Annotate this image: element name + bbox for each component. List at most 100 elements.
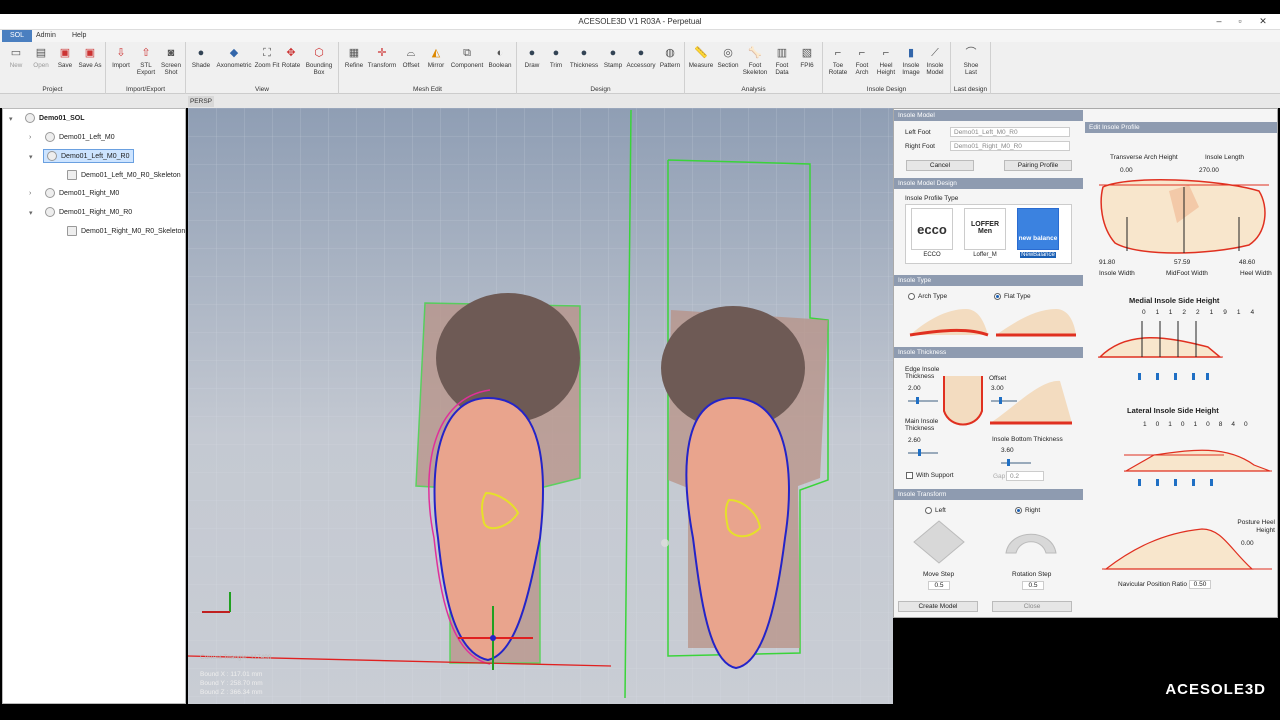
main-thickness-slider[interactable] [908, 449, 938, 456]
new-button[interactable]: ▭ New [3, 46, 29, 69]
shade-button[interactable]: ● Shade [188, 46, 214, 69]
bottom-black-bar [0, 704, 1280, 720]
slider-knob[interactable] [1007, 459, 1010, 466]
arch-type-radio[interactable] [908, 293, 915, 300]
tree-item-right-skeleton[interactable]: Demo01_Right_M0_R0_Skeleton [67, 226, 185, 236]
gizmo-center[interactable] [490, 635, 496, 641]
toe-rotate-button[interactable]: ⌐ Toe Rotate [825, 46, 851, 76]
brand-ecco-name: ECCO [923, 252, 941, 258]
group-label-insole-design: Insole Design [866, 86, 907, 93]
tree-item-left-m0-r0[interactable]: Demo01_Left_M0_R0 [43, 149, 134, 163]
slider-knob[interactable] [916, 397, 919, 404]
axonometric-button[interactable]: ◆ Axonometric [214, 46, 254, 69]
close-button[interactable]: ✕ [1256, 16, 1270, 28]
create-model-button[interactable]: Create Model [898, 601, 978, 612]
menu-help[interactable]: Help [64, 30, 94, 42]
bottom-thickness-label: Insole Bottom Thickness [992, 436, 1063, 443]
group-label-project: Project [42, 86, 63, 93]
offset-button[interactable]: ⌓ Offset [398, 46, 424, 69]
zoom-fit-icon: ⛶ [263, 47, 271, 59]
edge-thickness-label: Edge Insole Thickness [905, 366, 940, 380]
trim-icon: ● [552, 47, 560, 59]
stl-export-button[interactable]: ⇧ STL Export [133, 46, 159, 76]
pattern-button[interactable]: ◍ Pattern [657, 46, 683, 69]
left-foot-select[interactable]: Demo01_Left_M0_R0 [950, 127, 1070, 137]
with-support-checkbox[interactable] [906, 472, 913, 479]
save-button[interactable]: ▣ Save [52, 46, 78, 69]
foot-data-button[interactable]: ▥ Foot Data [769, 46, 795, 76]
section-button[interactable]: ◎ Section [715, 46, 741, 69]
screenshot-button[interactable]: ◙ Screen Shot [158, 46, 184, 76]
group-import-export: ⇩ Import ⇧ STL Export ◙ Screen Shot Import/… [106, 42, 186, 94]
move-step-input[interactable]: 0.5 [928, 581, 950, 590]
cube-icon: ◆ [229, 47, 239, 59]
menu-admin[interactable]: Admin [28, 30, 64, 42]
lateral-values: 101010840 [1143, 421, 1257, 428]
trim-button[interactable]: ● Trim [543, 46, 569, 69]
accessory-button[interactable]: ● Accessory [625, 46, 657, 69]
measure-button[interactable]: 📏 Measure [687, 46, 715, 69]
insole-model-button[interactable]: ⟋ Insole Model [922, 46, 948, 76]
brand-newbalance-name: NewBalance [1020, 252, 1056, 258]
tree-item-right-m0-r0[interactable]: Demo01_Right_M0_R0 [45, 207, 132, 217]
bound-z-readout: Bound Z : 366.34 mm [200, 689, 263, 696]
brand-loffer-logo[interactable]: LOFFER Men [964, 208, 1006, 250]
medial-height-diagram [1098, 321, 1223, 380]
insole-type-images [909, 309, 1076, 337]
accessory-icon: ● [637, 47, 645, 59]
expand-arrow[interactable]: ▾ [29, 153, 33, 161]
pairing-profile-button[interactable]: Pairing Profile [1004, 160, 1072, 171]
foot-arch-button[interactable]: ⌐ Foot Arch [849, 46, 875, 76]
tree-root[interactable]: Demo01_SOL [25, 113, 85, 123]
rotate-button[interactable]: ✥ Rotate [278, 46, 304, 69]
shoe-last-button[interactable]: ⌒ Shoe Last [958, 46, 984, 76]
insole-length-label: Insole Length [1205, 154, 1245, 161]
component-button[interactable]: ⧉ Component [449, 46, 485, 69]
heel-height-button[interactable]: ⌐ Heel Height [873, 46, 899, 76]
slider-knob[interactable] [918, 449, 921, 456]
thickness-diagram [943, 376, 1072, 426]
mirror-button[interactable]: ◭ Mirror [423, 46, 449, 69]
left-radio[interactable] [925, 507, 932, 514]
rotation-pad[interactable] [1000, 523, 1062, 559]
minimize-button[interactable]: – [1212, 16, 1226, 28]
gap-select[interactable]: 0.2 [1006, 471, 1044, 481]
tree-item-left-m0[interactable]: Demo01_Left_M0 [45, 132, 115, 142]
right-foot-select[interactable]: Demo01_Right_M0_R0 [950, 141, 1070, 151]
tree-item-left-skeleton[interactable]: Demo01_Left_M0_R0_Skeleton [67, 170, 181, 180]
bottom-thickness-slider[interactable] [1001, 459, 1031, 466]
save-as-button[interactable]: ▣ Save As [77, 46, 103, 69]
edge-thickness-slider[interactable] [908, 397, 938, 404]
bounding-box-button[interactable]: ⬡ Bounding Box [302, 46, 336, 76]
right-radio[interactable] [1015, 507, 1022, 514]
tree-item-right-m0[interactable]: Demo01_Right_M0 [45, 188, 119, 198]
expand-arrow[interactable]: ▾ [29, 209, 33, 217]
thickness-button[interactable]: ● Thickness [568, 46, 600, 69]
maximize-button[interactable]: ▫ [1233, 16, 1247, 28]
3d-viewport[interactable]: Current Triangle: 117498 Bound X : 117.0… [188, 108, 893, 704]
cancel-button[interactable]: Cancel [906, 160, 974, 171]
refine-button[interactable]: ▦ Refine [341, 46, 367, 69]
insole-image-button[interactable]: ▮ Insole Image [898, 46, 924, 76]
rotation-step-input[interactable]: 0.5 [1022, 581, 1044, 590]
open-button[interactable]: ▤ Open [28, 46, 54, 69]
brand-newbalance-logo[interactable]: new balance [1017, 208, 1059, 250]
transform-button[interactable]: ✛ Transform [367, 46, 397, 69]
zoom-fit-button[interactable]: ⛶ Zoom Fit [254, 46, 280, 69]
fpi6-button[interactable]: ▧ FPI6 [794, 46, 820, 69]
close-panel-button[interactable]: Close [992, 601, 1072, 612]
expand-arrow[interactable]: › [29, 134, 31, 141]
draw-button[interactable]: ● Draw [519, 46, 545, 69]
brand-ecco-logo[interactable]: ecco [911, 208, 953, 250]
stamp-button[interactable]: ● Stamp [600, 46, 626, 69]
expand-arrow[interactable]: › [29, 190, 31, 197]
move-pad[interactable] [912, 519, 966, 565]
persp-tab[interactable]: PERSP [188, 96, 214, 107]
foot-skeleton-button[interactable]: 🦴 Foot Skeleton [742, 46, 768, 76]
import-button[interactable]: ⇩ Import [108, 46, 134, 69]
current-triangle-readout: Current Triangle: 117498 [200, 654, 272, 661]
boolean-button[interactable]: ◐ Boolean [485, 46, 515, 69]
expand-arrow[interactable]: ▾ [9, 115, 13, 123]
navicular-ratio-input[interactable]: 0.50 [1189, 580, 1211, 589]
flat-type-radio[interactable] [994, 293, 1001, 300]
